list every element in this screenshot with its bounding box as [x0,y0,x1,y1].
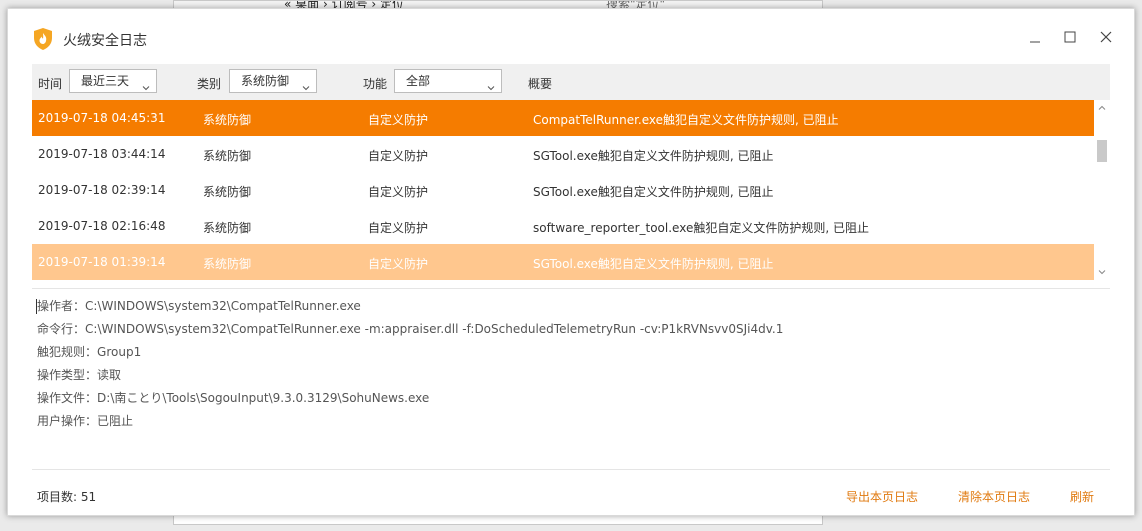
log-summary: SGTool.exe触犯自定义文件防护规则, 已阻止 [533,149,774,163]
huorong-flame-shield-icon [32,27,54,51]
log-summary: CompatTelRunner.exe触犯自定义文件防护规则, 已阻止 [533,113,839,127]
chevron-down-icon [302,77,310,99]
log-time: 2019-07-18 03:44:14 [38,147,166,161]
security-log-dialog: 火绒安全日志 时间 最近三天 类别 系统防御 功能 全部 概要 2019-07-… [7,8,1135,516]
log-summary: SGTool.exe触犯自定义文件防护规则, 已阻止 [533,257,774,271]
log-row[interactable]: 2019-07-18 01:39:14 系统防御 自定义防护 SGTool.ex… [32,244,1094,280]
detail-label: 用户操作 [37,414,86,428]
refresh-button[interactable]: 刷新 [1070,488,1094,505]
detail-command-line: 命令行：C:\WINDOWS\system32\CompatTelRunner.… [37,322,784,336]
log-list-scrollbar[interactable] [1096,100,1108,280]
log-time: 2019-07-18 02:39:14 [38,183,166,197]
maximize-button[interactable] [1056,25,1084,49]
item-count: 项目数: 51 [37,490,97,504]
scroll-down-icon[interactable] [1097,267,1107,277]
log-function: 自定义防护 [368,113,429,127]
close-icon [1100,31,1112,43]
summary-column-label: 概要 [528,77,553,91]
log-function: 自定义防护 [368,257,429,271]
chevron-down-icon [487,77,495,99]
log-category: 系统防御 [203,185,252,199]
log-category: 系统防御 [203,221,252,235]
function-filter-value: 全部 [406,74,431,88]
log-summary: SGTool.exe触犯自定义文件防护规则, 已阻止 [533,185,774,199]
log-function: 自定义防护 [368,221,429,235]
detail-value: 已阻止 [97,414,134,428]
log-function: 自定义防护 [368,185,429,199]
detail-label: 操作者 [37,299,74,313]
detail-value: C:\WINDOWS\system32\CompatTelRunner.exe … [85,322,784,336]
category-filter-value: 系统防御 [241,74,290,88]
detail-label: 操作类型 [37,368,86,382]
scroll-up-icon[interactable] [1097,103,1107,113]
text-cursor [36,299,37,314]
category-filter-label: 类别 [197,77,222,91]
detail-rule: 触犯规则：Group1 [37,345,142,359]
detail-operation-file: 操作文件：D:\南ことり\Tools\SogouInput\9.3.0.3129… [37,391,430,405]
log-list: 2019-07-18 04:45:31 系统防御 自定义防护 CompatTel… [32,100,1094,280]
chevron-down-icon [142,77,150,99]
detail-operator: 操作者：C:\WINDOWS\system32\CompatTelRunner.… [37,299,361,313]
maximize-icon [1064,31,1076,43]
clear-page-log-button[interactable]: 清除本页日志 [958,488,1030,505]
log-category: 系统防御 [203,149,252,163]
function-filter-select[interactable]: 全部 [394,69,502,93]
log-row[interactable]: 2019-07-18 04:45:31 系统防御 自定义防护 CompatTel… [32,100,1094,136]
detail-label: 命令行 [37,322,74,336]
detail-user-action: 用户操作：已阻止 [37,414,134,428]
divider [32,288,1110,289]
category-filter-select[interactable]: 系统防御 [229,69,317,93]
filter-header-bar: 时间 最近三天 类别 系统防御 功能 全部 概要 [32,64,1110,100]
log-summary: software_reporter_tool.exe触犯自定义文件防护规则, 已… [533,221,869,235]
detail-label: 操作文件 [37,391,86,405]
minimize-icon [1030,41,1040,43]
log-time: 2019-07-18 01:39:14 [38,255,166,269]
minimize-button[interactable] [1021,25,1049,49]
log-category: 系统防御 [203,257,252,271]
export-page-log-button[interactable]: 导出本页日志 [846,488,918,505]
log-row[interactable]: 2019-07-18 02:39:14 系统防御 自定义防护 SGTool.ex… [32,172,1094,208]
log-category: 系统防御 [203,113,252,127]
app-title: 火绒安全日志 [63,33,147,49]
detail-operation-type: 操作类型：读取 [37,368,122,382]
divider [32,469,1110,470]
scroll-thumb[interactable] [1097,140,1107,162]
log-detail-panel: 操作者：C:\WINDOWS\system32\CompatTelRunner.… [36,295,1097,433]
detail-value: D:\南ことり\Tools\SogouInput\9.3.0.3129\Sohu… [97,391,430,405]
time-filter-select[interactable]: 最近三天 [69,69,157,93]
time-filter-label: 时间 [38,77,63,91]
log-row[interactable]: 2019-07-18 03:44:14 系统防御 自定义防护 SGTool.ex… [32,136,1094,172]
log-row[interactable]: 2019-07-18 02:16:48 系统防御 自定义防护 software_… [32,208,1094,244]
time-filter-value: 最近三天 [81,74,130,88]
detail-value: Group1 [97,345,142,359]
detail-label: 触犯规则 [37,345,86,359]
close-button[interactable] [1092,25,1120,49]
detail-value: C:\WINDOWS\system32\CompatTelRunner.exe [85,299,361,313]
function-filter-label: 功能 [363,77,388,91]
log-time: 2019-07-18 02:16:48 [38,219,166,233]
log-function: 自定义防护 [368,149,429,163]
log-time: 2019-07-18 04:45:31 [38,111,166,125]
detail-value: 读取 [97,368,122,382]
title-bar[interactable]: 火绒安全日志 [8,9,1134,61]
